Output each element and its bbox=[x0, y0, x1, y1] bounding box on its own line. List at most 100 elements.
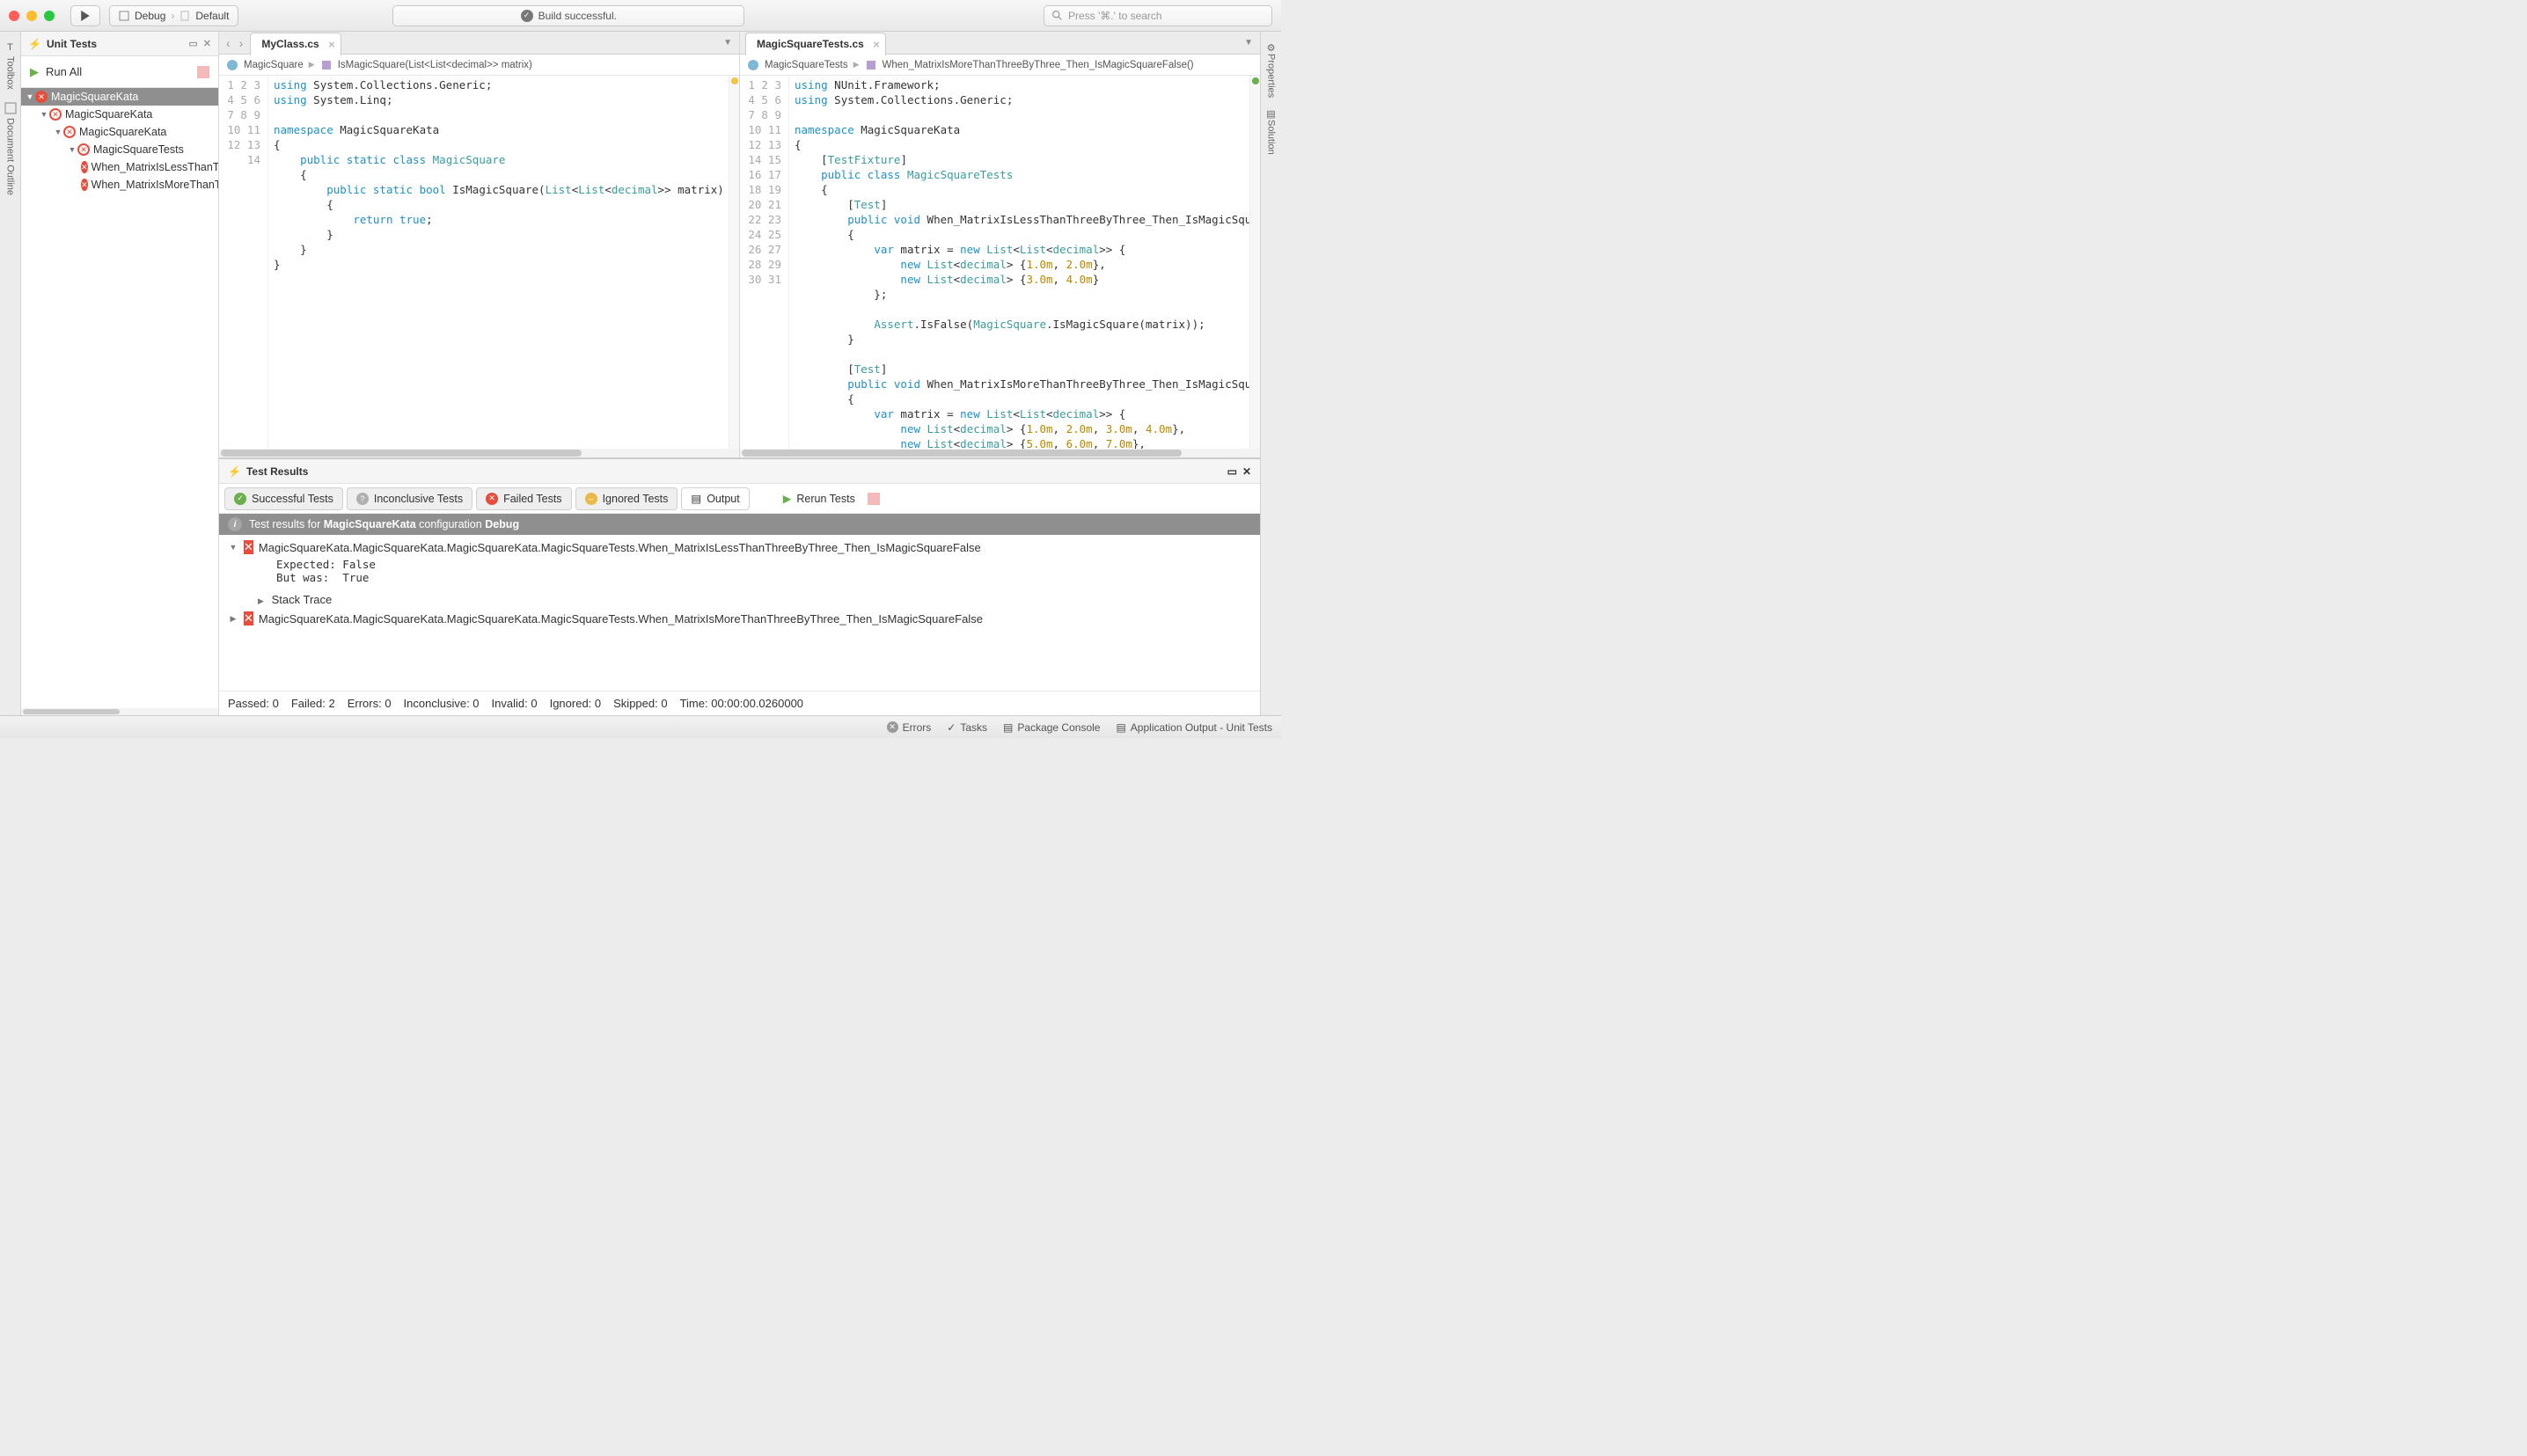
run-button[interactable] bbox=[70, 5, 100, 26]
close-panel-button[interactable]: ✕ bbox=[1242, 465, 1251, 478]
sidebar-hscroll[interactable] bbox=[21, 708, 218, 715]
solution-tab[interactable]: ▤Solution bbox=[1266, 103, 1277, 160]
minimize-window-button[interactable] bbox=[26, 11, 37, 21]
global-search[interactable]: Press '⌘.' to search bbox=[1044, 5, 1272, 26]
code-area-right[interactable]: 1 2 3 4 5 6 7 8 9 10 11 12 13 14 15 16 1… bbox=[740, 76, 1260, 449]
filter-inconclusive[interactable]: ?Inconclusive Tests bbox=[347, 487, 472, 510]
tab-tests[interactable]: MagicSquareTests.cs × bbox=[745, 33, 886, 55]
results-info-bar: i Test results for MagicSquareKata confi… bbox=[219, 514, 1260, 535]
unit-tests-title: Unit Tests bbox=[47, 38, 97, 50]
fail-icon: ✕ bbox=[35, 91, 48, 103]
statusbar: ✕Errors ✓Tasks ▤Package Console ▤Applica… bbox=[0, 715, 1281, 738]
class-icon bbox=[226, 59, 238, 71]
filter-ignored[interactable]: –Ignored Tests bbox=[575, 487, 678, 510]
main-area: TToolbox Document Outline ⚡ Unit Tests ▭… bbox=[0, 32, 1281, 715]
summary-passed: Passed: 0 bbox=[228, 697, 279, 710]
tab-dropdown[interactable]: ▼ bbox=[716, 38, 739, 48]
unit-tests-header: ⚡ Unit Tests ▭ ✕ bbox=[21, 32, 218, 56]
toolbox-tab[interactable]: TToolbox bbox=[5, 37, 16, 95]
status-errors[interactable]: ✕Errors bbox=[887, 721, 932, 734]
editors-row: ‹ › MyClass.cs × ▼ MagicSquare ▶ IsMagic… bbox=[219, 32, 1260, 458]
code[interactable]: using NUnit.Framework; using System.Coll… bbox=[789, 76, 1249, 449]
status-text: Build successful. bbox=[538, 10, 617, 22]
fail-icon: ✕ bbox=[49, 108, 62, 121]
center-column: ‹ › MyClass.cs × ▼ MagicSquare ▶ IsMagic… bbox=[219, 32, 1260, 715]
undock-button[interactable]: ▭ bbox=[188, 38, 197, 49]
run-all-button[interactable]: ▶ Run All bbox=[21, 56, 218, 88]
rerun-tests-button[interactable]: ▶Rerun Tests bbox=[774, 487, 889, 510]
test-results-header: ⚡ Test Results ▭ ✕ bbox=[219, 459, 1260, 484]
editor-right-hscroll[interactable] bbox=[740, 449, 1260, 457]
info-icon: i bbox=[228, 517, 242, 531]
document-outline-tab[interactable]: Document Outline bbox=[4, 97, 17, 201]
tab-dropdown[interactable]: ▼ bbox=[1237, 38, 1260, 48]
config-label: Default bbox=[195, 10, 229, 22]
results-filter-bar: ✓Successful Tests ?Inconclusive Tests ✕F… bbox=[219, 484, 1260, 514]
close-tab-button[interactable]: × bbox=[328, 38, 335, 51]
nav-forward-button[interactable]: › bbox=[236, 36, 247, 50]
breadcrumb-right[interactable]: MagicSquareTests ▶ When_MatrixIsMoreThan… bbox=[740, 55, 1260, 76]
run-all-label: Run All bbox=[46, 65, 82, 78]
properties-tab[interactable]: ⚙Properties bbox=[1266, 37, 1277, 103]
fail-indicator bbox=[197, 66, 209, 78]
fail-icon: ✕ bbox=[77, 143, 90, 156]
play-icon: ▶ bbox=[783, 492, 792, 505]
zoom-window-button[interactable] bbox=[44, 11, 55, 21]
titlebar: Debug › Default ✓ Build successful. Pres… bbox=[0, 0, 1281, 32]
tree-leaf[interactable]: ✕ When_MatrixIsLessThanThreeByThree_Then… bbox=[21, 158, 218, 176]
lightning-icon: ⚡ bbox=[28, 38, 41, 50]
lightning-icon: ⚡ bbox=[228, 465, 241, 478]
status-tasks[interactable]: ✓Tasks bbox=[947, 721, 987, 734]
editor-left-hscroll[interactable] bbox=[219, 449, 739, 457]
summary-skipped: Skipped: 0 bbox=[613, 697, 667, 710]
method-icon bbox=[320, 59, 333, 71]
tree-leaf[interactable]: ✕ When_MatrixIsMoreThanThreeByThree_Then… bbox=[21, 176, 218, 194]
gutter: 1 2 3 4 5 6 7 8 9 10 11 12 13 14 bbox=[219, 76, 268, 449]
status-package-console[interactable]: ▤Package Console bbox=[1003, 721, 1100, 734]
tab-bar-right: MagicSquareTests.cs × ▼ bbox=[740, 32, 1260, 55]
filter-output[interactable]: ▤Output bbox=[681, 487, 749, 510]
undock-button[interactable]: ▭ bbox=[1227, 465, 1237, 478]
class-icon bbox=[747, 59, 759, 71]
summary-time: Time: 00:00:00.0260000 bbox=[680, 697, 803, 710]
method-icon bbox=[865, 59, 877, 71]
window-controls bbox=[9, 11, 55, 21]
tab-bar-left: ‹ › MyClass.cs × ▼ bbox=[219, 32, 739, 55]
status-app-output[interactable]: ▤Application Output - Unit Tests bbox=[1116, 721, 1272, 734]
tree-node[interactable]: ▼✕ MagicSquareTests bbox=[21, 141, 218, 158]
output-icon: ▤ bbox=[691, 492, 701, 505]
summary-invalid: Invalid: 0 bbox=[492, 697, 538, 710]
filter-successful[interactable]: ✓Successful Tests bbox=[224, 487, 343, 510]
result-row[interactable]: ▶✕ MagicSquareKata.MagicSquareKata.Magic… bbox=[219, 610, 1260, 627]
result-row[interactable]: ▼✕ MagicSquareKata.MagicSquareKata.Magic… bbox=[219, 538, 1260, 556]
nav-back-button[interactable]: ‹ bbox=[223, 36, 234, 50]
code[interactable]: using System.Collections.Generic; using … bbox=[268, 76, 729, 449]
tree-node[interactable]: ▼✕ MagicSquareKata bbox=[21, 123, 218, 141]
gutter: 1 2 3 4 5 6 7 8 9 10 11 12 13 14 15 16 1… bbox=[740, 76, 789, 449]
close-window-button[interactable] bbox=[9, 11, 19, 21]
stack-trace-row[interactable]: ▶ Stack Trace bbox=[219, 589, 1260, 610]
test-results-title: Test Results bbox=[246, 465, 308, 478]
fail-indicator bbox=[868, 493, 880, 505]
result-detail: Expected: False But was: True bbox=[219, 556, 1260, 589]
close-panel-button[interactable]: ✕ bbox=[203, 38, 211, 49]
code-area-left[interactable]: 1 2 3 4 5 6 7 8 9 10 11 12 13 14 using S… bbox=[219, 76, 739, 449]
test-tree: ▼✕ MagicSquareKata ▼✕ MagicSquareKata ▼✕… bbox=[21, 88, 218, 708]
summary-errors: Errors: 0 bbox=[348, 697, 392, 710]
test-results-panel: ⚡ Test Results ▭ ✕ ✓Successful Tests ?In… bbox=[219, 458, 1260, 715]
unit-tests-panel: ⚡ Unit Tests ▭ ✕ ▶ Run All ▼✕ MagicSquar… bbox=[21, 32, 219, 715]
close-tab-button[interactable]: × bbox=[873, 38, 880, 51]
tree-root[interactable]: ▼✕ MagicSquareKata bbox=[21, 88, 218, 106]
editor-left: ‹ › MyClass.cs × ▼ MagicSquare ▶ IsMagic… bbox=[219, 32, 740, 457]
search-placeholder: Press '⌘.' to search bbox=[1068, 10, 1162, 22]
fail-icon: ✕ bbox=[63, 126, 76, 138]
tree-node[interactable]: ▼✕ MagicSquareKata bbox=[21, 106, 218, 123]
fail-icon: ✕ bbox=[244, 540, 253, 554]
configuration-selector[interactable]: Debug › Default bbox=[109, 5, 238, 26]
filter-failed[interactable]: ✕Failed Tests bbox=[476, 487, 571, 510]
ok-marker bbox=[1252, 77, 1259, 84]
tab-myclass[interactable]: MyClass.cs × bbox=[250, 33, 341, 55]
breadcrumb-left[interactable]: MagicSquare ▶ IsMagicSquare(List<List<de… bbox=[219, 55, 739, 76]
play-icon: ▶ bbox=[30, 65, 39, 79]
results-body: ▼✕ MagicSquareKata.MagicSquareKata.Magic… bbox=[219, 535, 1260, 691]
